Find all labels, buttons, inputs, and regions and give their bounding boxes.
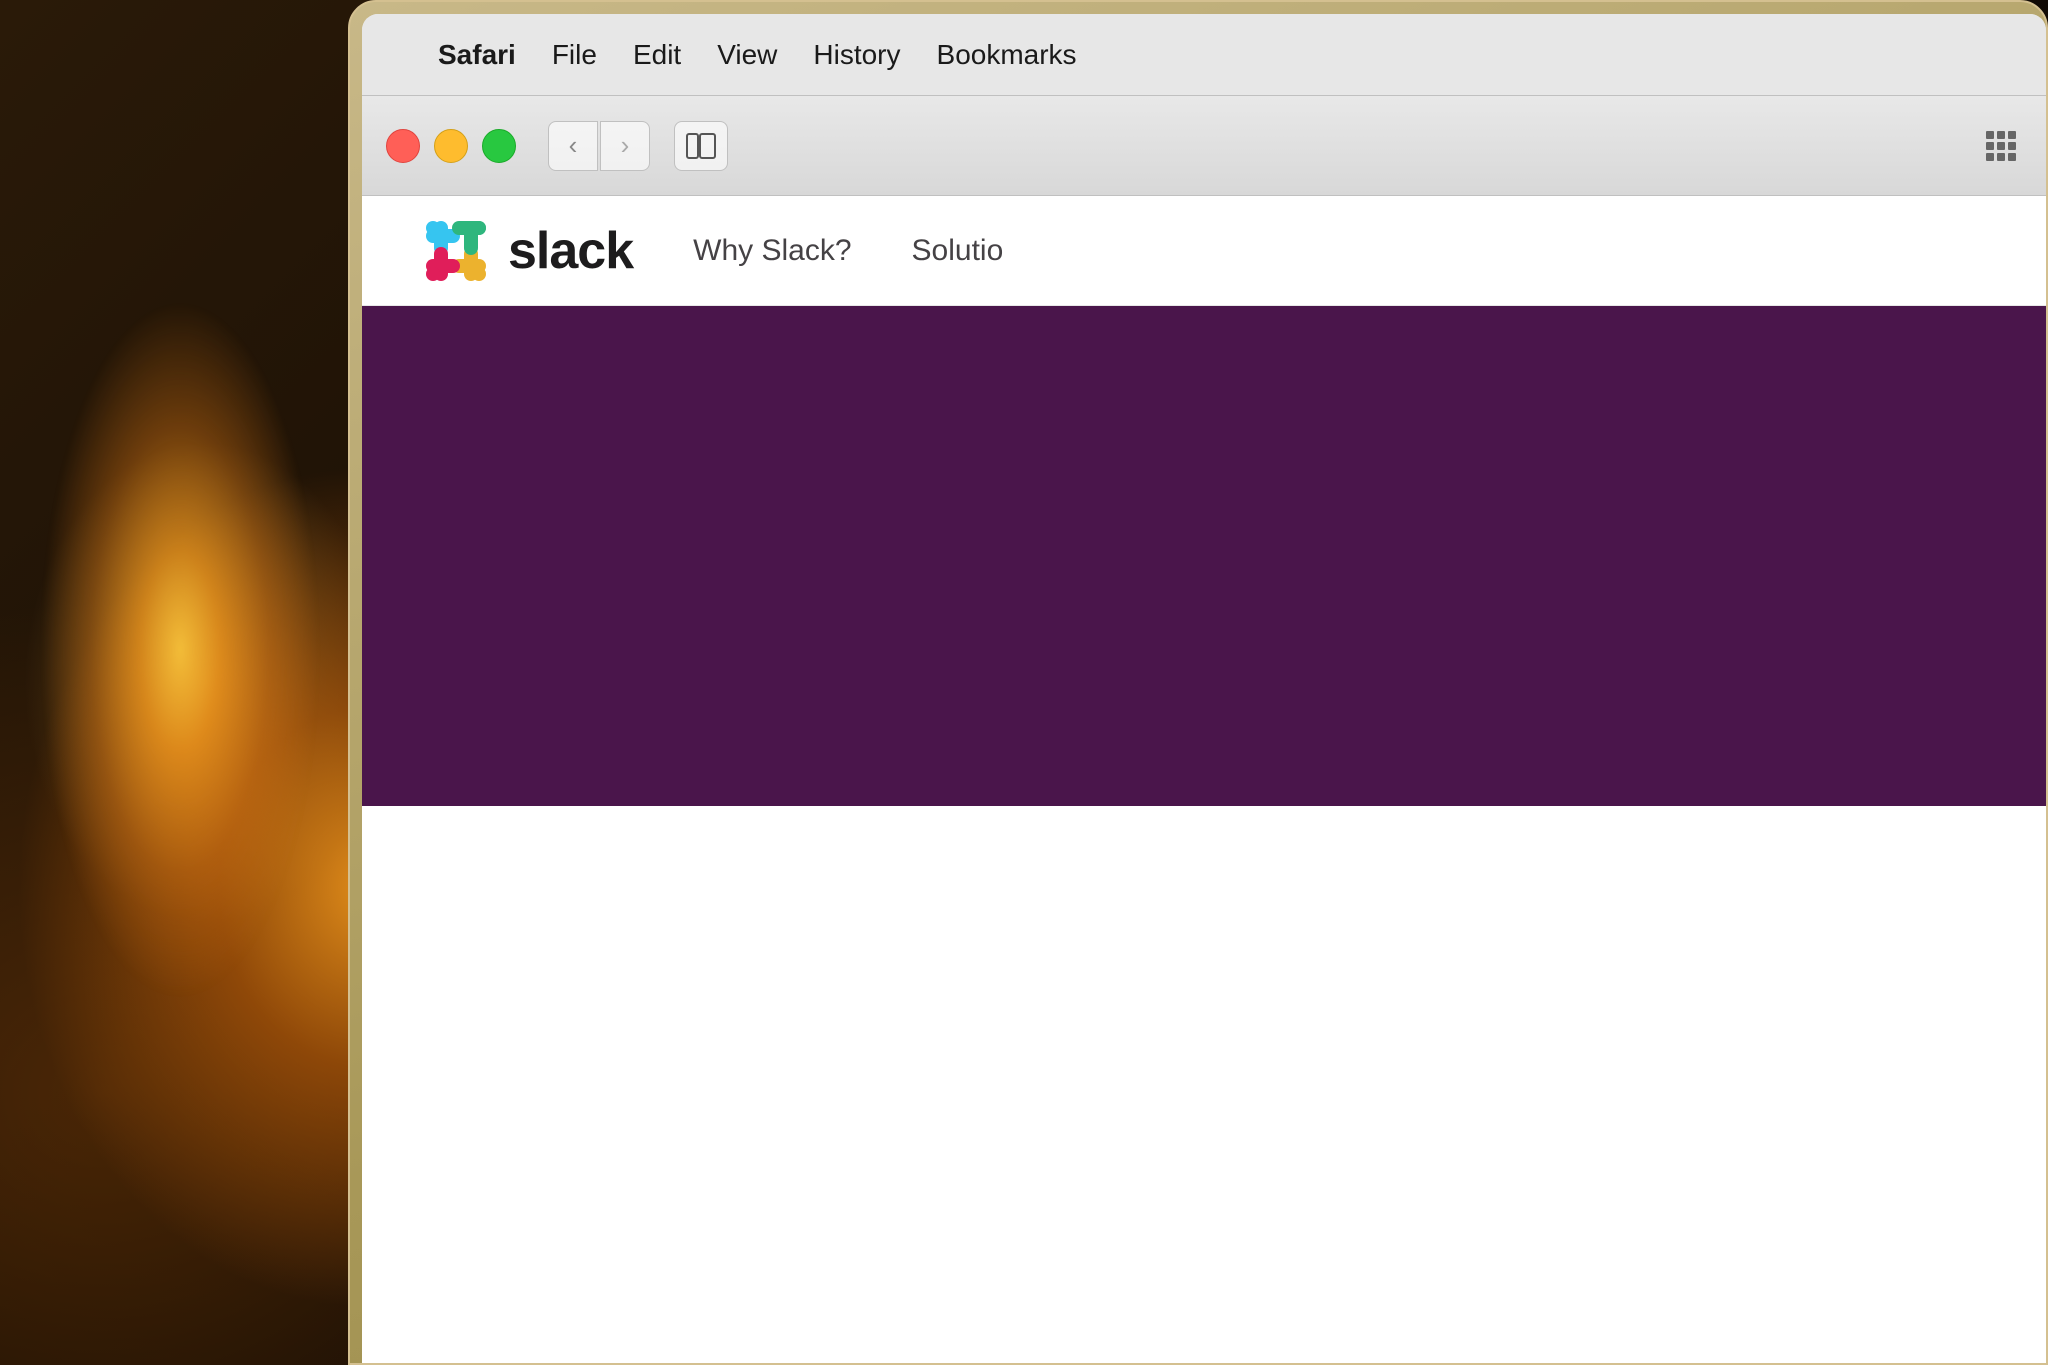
- lamp-bokeh: [0, 0, 380, 1365]
- grid-dot-9: [2008, 153, 2016, 161]
- grid-dot-1: [1986, 131, 1994, 139]
- slack-nav-solutions[interactable]: Solutio: [912, 234, 1004, 268]
- minimize-button[interactable]: [434, 129, 468, 163]
- grid-dot-8: [1997, 153, 2005, 161]
- slack-logo-area: slack: [422, 217, 633, 285]
- grid-dot-3: [2008, 131, 2016, 139]
- website-content: slack Why Slack? Solutio: [362, 196, 2046, 1363]
- browser-toolbar: ‹ ›: [362, 96, 2046, 196]
- macos-menu-bar: Safari File Edit View History Bookmarks: [362, 14, 2046, 96]
- grid-dot-5: [1997, 142, 2005, 150]
- forward-icon: ›: [621, 130, 630, 161]
- sidebar-toggle-icon: [686, 133, 716, 159]
- laptop-frame: Safari File Edit View History Bookmarks: [348, 0, 2048, 1365]
- slack-nav-why-slack[interactable]: Why Slack?: [693, 234, 851, 268]
- back-button[interactable]: ‹: [548, 121, 598, 171]
- file-menu-item[interactable]: File: [534, 31, 615, 79]
- grid-dot-7: [1986, 153, 1994, 161]
- edit-menu-item[interactable]: Edit: [615, 31, 699, 79]
- slack-logo-icon: [422, 217, 490, 285]
- slack-navbar: slack Why Slack? Solutio: [362, 196, 2046, 306]
- navigation-buttons: ‹ ›: [548, 121, 650, 171]
- close-button[interactable]: [386, 129, 420, 163]
- grid-tabs-button[interactable]: [1976, 121, 2026, 171]
- sidebar-toggle-button[interactable]: [674, 121, 728, 171]
- bookmarks-menu-item[interactable]: Bookmarks: [919, 31, 1095, 79]
- back-icon: ‹: [569, 130, 578, 161]
- slack-hero-section: [362, 306, 2046, 806]
- grid-dot-4: [1986, 142, 1994, 150]
- grid-dot-2: [1997, 131, 2005, 139]
- maximize-button[interactable]: [482, 129, 516, 163]
- history-menu-item[interactable]: History: [795, 31, 918, 79]
- macbook-bezel: Safari File Edit View History Bookmarks: [348, 0, 2048, 1365]
- grid-dot-6: [2008, 142, 2016, 150]
- screen-area: Safari File Edit View History Bookmarks: [362, 14, 2046, 1363]
- view-menu-item[interactable]: View: [699, 31, 795, 79]
- traffic-lights: [386, 129, 516, 163]
- grid-tabs-icon: [1986, 131, 2016, 161]
- slack-logo-text: slack: [508, 221, 633, 281]
- safari-menu-item[interactable]: Safari: [420, 31, 534, 79]
- forward-button[interactable]: ›: [600, 121, 650, 171]
